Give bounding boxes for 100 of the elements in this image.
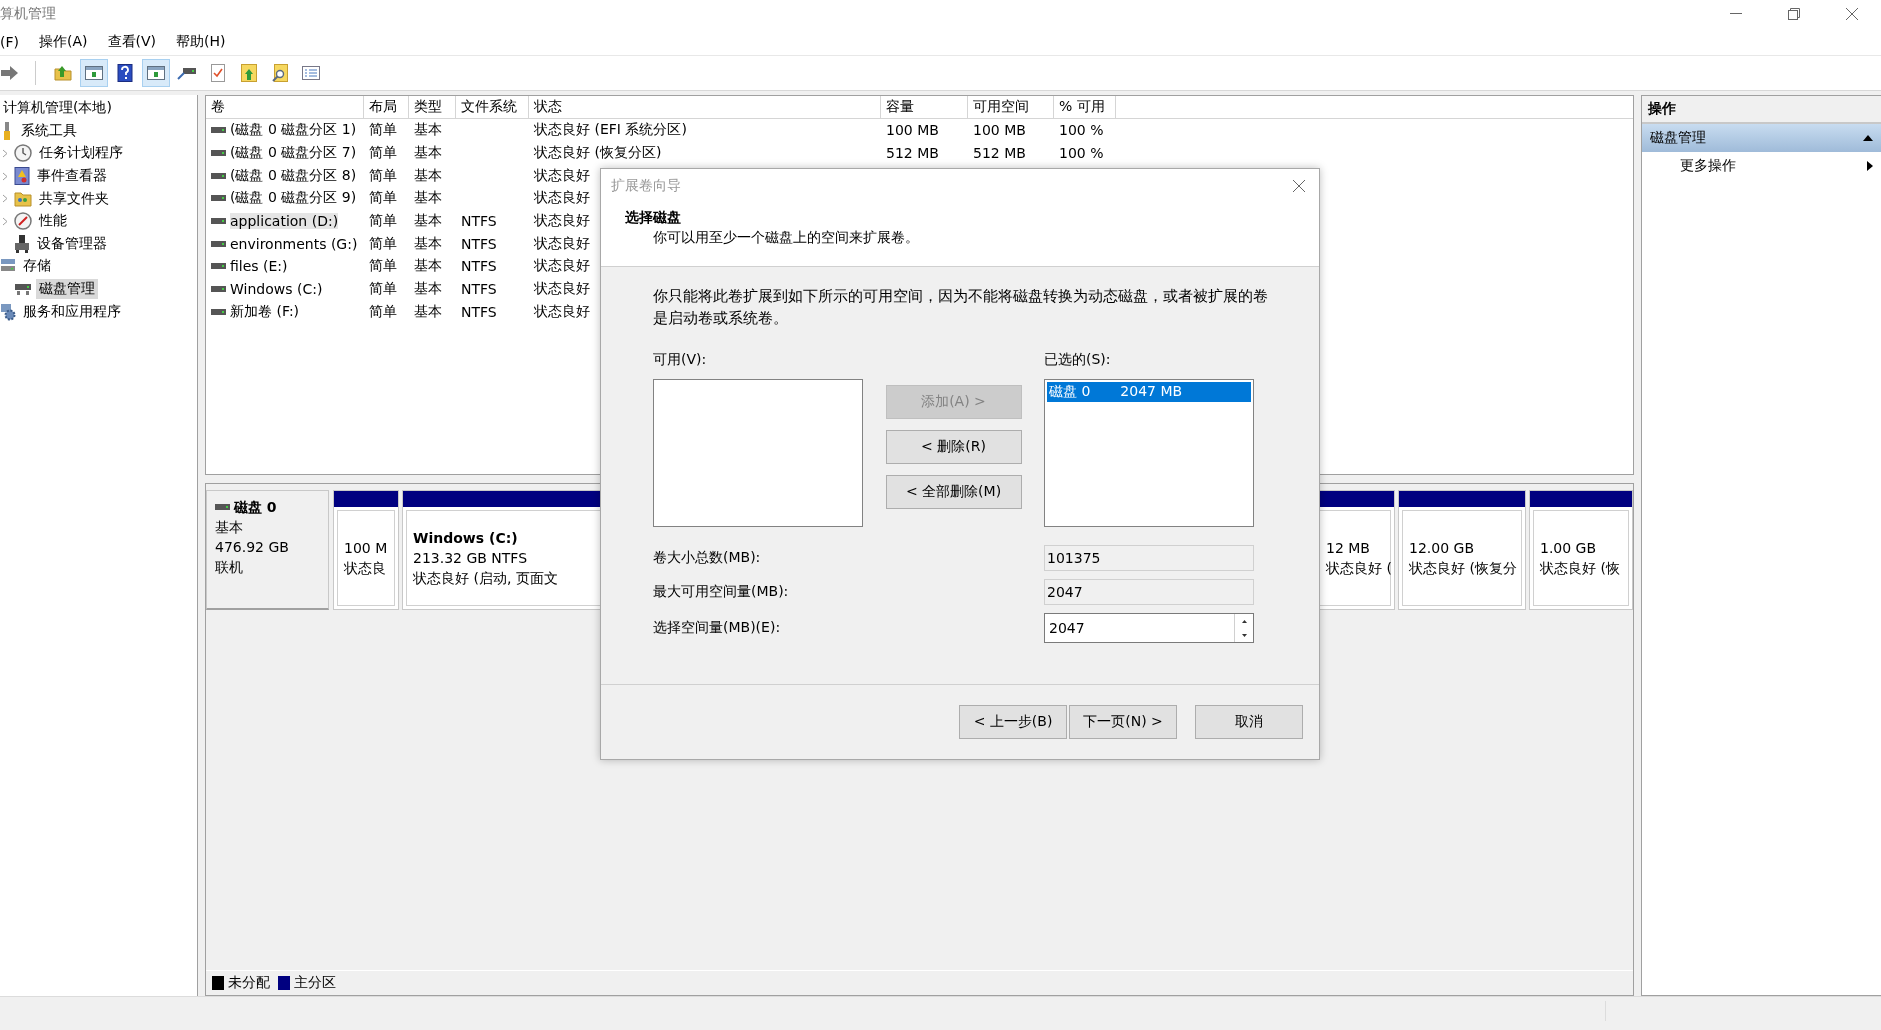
table-cell: 简单	[369, 121, 397, 140]
disk-label-card[interactable]: 磁盘 0 基本 476.92 GB 联机	[206, 490, 329, 610]
drive-icon	[211, 127, 226, 134]
disk-size: 476.92 GB	[215, 538, 290, 557]
dialog-button[interactable]: 取消	[1195, 705, 1303, 739]
tree-item[interactable]: 设备管理器	[34, 233, 110, 254]
table-cell: 状态良好	[534, 234, 590, 253]
chevron-icon[interactable]	[2, 171, 8, 181]
window-title: 算机管理	[0, 5, 56, 23]
dialog-button[interactable]: < 上一步(B)	[959, 705, 1067, 739]
tree-item[interactable]: 共享文件夹	[36, 188, 112, 209]
actions-section-header[interactable]: 磁盘管理	[1642, 124, 1881, 152]
folder-icon	[54, 65, 72, 81]
list-item[interactable]: 磁盘 0 2047 MB	[1047, 382, 1251, 402]
menu-item[interactable]: 操作(A)	[29, 32, 98, 51]
action-item[interactable]: 更多操作	[1642, 152, 1881, 180]
help-icon	[117, 64, 133, 82]
notebook-icon	[14, 167, 30, 186]
column-header[interactable]: 布局	[364, 96, 409, 118]
table-cell: 基本	[414, 280, 442, 299]
table-cell: 基本	[414, 144, 442, 163]
disk-status: 联机	[215, 558, 244, 577]
chevron-icon[interactable]	[2, 194, 8, 204]
table-cell[interactable]: (磁盘 0 磁盘分区 9)	[230, 189, 357, 208]
available-list[interactable]	[653, 379, 863, 527]
tree-item[interactable]: 服务和应用程序	[20, 301, 124, 322]
minimize-icon	[1730, 13, 1742, 15]
partition-status: 状态良好 (	[1326, 559, 1392, 578]
table-cell[interactable]: Windows (C:)	[230, 281, 323, 298]
up-arrow-icon[interactable]	[1241, 619, 1247, 623]
legend-label: 主分区	[294, 974, 336, 992]
menu-item[interactable]: 帮助(H)	[166, 32, 236, 51]
list-label: 可用(V):	[653, 351, 708, 369]
legend-label: 未分配	[228, 974, 270, 992]
field-label: 最大可用空间量(MB):	[653, 583, 790, 601]
table-cell[interactable]: (磁盘 0 磁盘分区 7)	[230, 144, 357, 163]
tree-item[interactable]: 性能	[36, 211, 70, 232]
tree-item[interactable]: 存储	[20, 256, 54, 277]
column-header[interactable]: 容量	[881, 96, 968, 118]
table-cell[interactable]: 新加卷 (F:)	[230, 302, 300, 321]
table-cell: 简单	[369, 212, 397, 231]
table-cell[interactable]: files (E:)	[230, 258, 288, 275]
table-cell: 简单	[369, 280, 397, 299]
close-icon[interactable]	[1293, 180, 1305, 192]
table-cell: 100 MB	[973, 122, 1026, 139]
number-spinner-field[interactable]: 2047	[1044, 613, 1254, 643]
table-cell[interactable]: (磁盘 0 磁盘分区 8)	[230, 166, 357, 185]
column-header[interactable]: 可用空间	[968, 96, 1054, 118]
table-cell[interactable]: application (D:)	[230, 213, 339, 230]
down-arrow-icon[interactable]	[1241, 633, 1247, 637]
table-cell: 基本	[414, 189, 442, 208]
column-header[interactable]: % 可用	[1054, 96, 1116, 118]
partition-size: 1.00 GB	[1540, 539, 1597, 558]
table-cell: 512 MB	[886, 145, 939, 162]
tree-item[interactable]: 系统工具	[18, 120, 80, 141]
column-header[interactable]: 类型	[409, 96, 456, 118]
drive-icon	[211, 172, 226, 179]
move-button[interactable]: < 全部删除(M)	[885, 475, 1022, 509]
tree-item[interactable]: 计算机管理(本地)	[0, 98, 115, 119]
arrow-icon	[1, 65, 19, 81]
column-header[interactable]: 状态	[529, 96, 881, 118]
menu-item[interactable]: 查看(V)	[97, 32, 166, 51]
move-button[interactable]: < 删除(R)	[885, 430, 1022, 464]
table-cell[interactable]: environments (G:)	[230, 235, 358, 252]
chevron-icon[interactable]	[2, 149, 8, 158]
column-header[interactable]: 卷	[206, 96, 364, 118]
chevron-icon[interactable]	[2, 216, 8, 226]
partition-size: 213.32 GB NTFS	[413, 549, 528, 568]
selected-list[interactable]: 磁盘 0 2047 MB	[1044, 379, 1254, 527]
menu-item[interactable]: (F)	[0, 33, 29, 50]
table-cell: 简单	[369, 257, 397, 276]
partition-block[interactable]: 100 M 状态良	[333, 490, 399, 610]
table-cell: 状态良好	[534, 280, 590, 299]
gear-icon	[0, 302, 16, 321]
table-cell: 状态良好 (恢复分区)	[534, 144, 662, 163]
column-header[interactable]: 文件系统	[456, 96, 529, 118]
table-cell: 简单	[369, 189, 397, 208]
drive-icon	[211, 150, 226, 157]
table-cell: 100 %	[1059, 122, 1104, 139]
tree-item[interactable]: 任务计划程序	[36, 143, 126, 164]
partition-block[interactable]: 12.00 GB 状态良好 (恢复分	[1398, 490, 1526, 610]
table-cell: 基本	[414, 234, 442, 253]
disk-type: 基本	[215, 518, 244, 537]
table-cell: 状态良好	[534, 302, 590, 321]
export-icon	[241, 64, 257, 82]
table-cell[interactable]: (磁盘 0 磁盘分区 1)	[230, 121, 357, 140]
table-cell: 基本	[414, 212, 442, 231]
checklist-icon	[211, 64, 225, 82]
tree-item[interactable]: 磁盘管理	[36, 279, 98, 300]
submenu-triangle-icon	[1867, 161, 1873, 171]
table-cell: NTFS	[461, 258, 497, 275]
drive-icon	[211, 308, 226, 315]
tree-item[interactable]: 事件查看器	[34, 166, 110, 187]
clock-icon	[14, 144, 32, 163]
table-cell: 基本	[414, 121, 442, 140]
list-label: 已选的(S):	[1044, 351, 1112, 369]
dialog-button[interactable]: 下一页(N) >	[1069, 705, 1177, 739]
list-icon	[302, 66, 320, 80]
partition-status: 状态良好 (启动, 页面文	[413, 569, 558, 588]
partition-block[interactable]: 1.00 GB 状态良好 (恢	[1529, 490, 1633, 610]
